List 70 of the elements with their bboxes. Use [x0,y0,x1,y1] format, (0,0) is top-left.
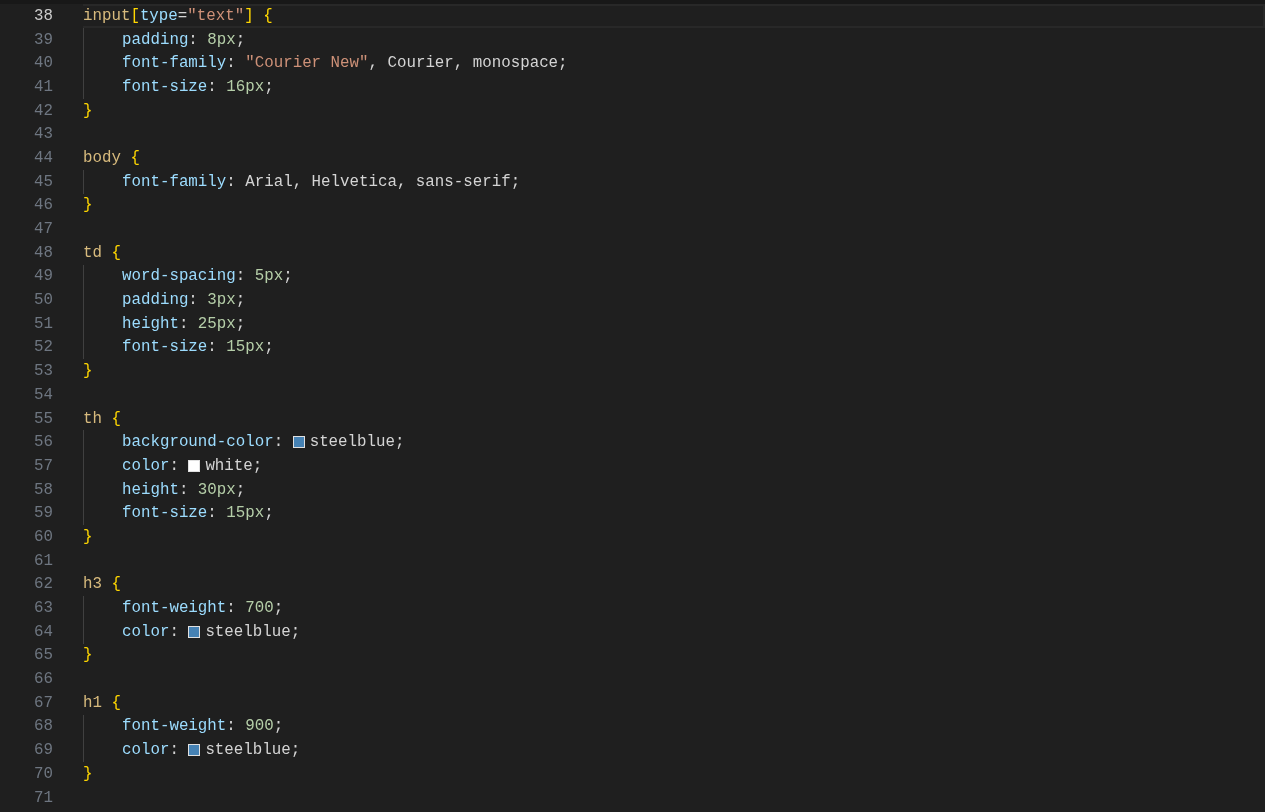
code-text: white; [205,456,263,475]
code-text: color: [122,456,180,475]
line-number: 67 [33,693,53,712]
code-text: padding: 8px; [122,30,246,49]
line-number: 40 [33,54,53,73]
code-text: color: [122,622,180,641]
code-text: font-weight: 900; [122,717,284,736]
code-text: steelblue; [205,622,301,641]
line-number: 43 [33,125,53,144]
code-text: } [83,101,93,120]
line-number: 46 [33,196,53,215]
line-number: 59 [33,504,53,523]
line-number: 49 [33,267,53,286]
line-number: 42 [33,101,53,120]
line-number: 38 [33,6,53,25]
color-swatch-icon[interactable] [292,436,305,449]
line-number: 64 [33,622,53,641]
code-text: steelblue; [309,433,405,452]
code-text: td { [83,243,121,262]
line-number: 62 [33,575,53,594]
line-number: 52 [33,338,53,357]
code-text: height: 30px; [122,480,246,499]
code-text: font-size: 15px; [122,338,274,357]
line-number: 63 [33,599,53,618]
line-number: 58 [33,480,53,499]
code-text: h1 { [83,693,121,712]
code-text: } [83,196,93,215]
line-number: 51 [33,314,53,333]
line-number: 44 [33,148,53,167]
code-text: padding: 3px; [122,291,246,310]
code-text: font-size: 15px; [122,504,274,523]
line-number: 50 [33,291,53,310]
line-number: 47 [33,220,53,239]
line-number: 60 [33,527,53,546]
line-number: 41 [33,77,53,96]
line-number: 48 [33,243,53,262]
line-number: 71 [33,788,53,807]
code-text: color: [122,741,180,760]
color-swatch-icon[interactable] [188,744,201,757]
line-number: 55 [33,409,53,428]
code-text: steelblue; [205,741,301,760]
code-text: background-color: [122,433,285,452]
code-text: } [83,646,93,665]
line-number: 65 [33,646,53,665]
line-number: 56 [33,433,53,452]
code-text: font-size: 16px; [122,77,274,96]
code-text: } [83,764,93,783]
code-text: font-family: "Courier New", Courier, monospace; [122,54,568,73]
line-number: 69 [33,741,53,760]
line-number: 39 [33,30,53,49]
code-text: font-weight: 700; [122,599,284,618]
line-number: 68 [33,717,53,736]
color-swatch-icon[interactable] [188,459,201,472]
code-text: } [83,527,93,546]
code-text: word-spacing: 5px; [122,267,293,286]
code-text: } [83,362,93,381]
code-text: height: 25px; [122,314,246,333]
code-text: th { [83,409,121,428]
line-number: 66 [33,670,53,689]
line-number: 54 [33,385,53,404]
code-text: body { [83,148,140,167]
line-number: 57 [33,456,53,475]
line-number: 45 [33,172,53,191]
code-text: input[type="text"] { [83,6,273,25]
code-text: font-family: Arial, Helvetica, sans-serif; [122,172,521,191]
line-number: 70 [33,764,53,783]
line-number: 53 [33,362,53,381]
color-swatch-icon[interactable] [188,625,201,638]
code-text: h3 { [83,575,121,594]
line-number: 61 [33,551,53,570]
